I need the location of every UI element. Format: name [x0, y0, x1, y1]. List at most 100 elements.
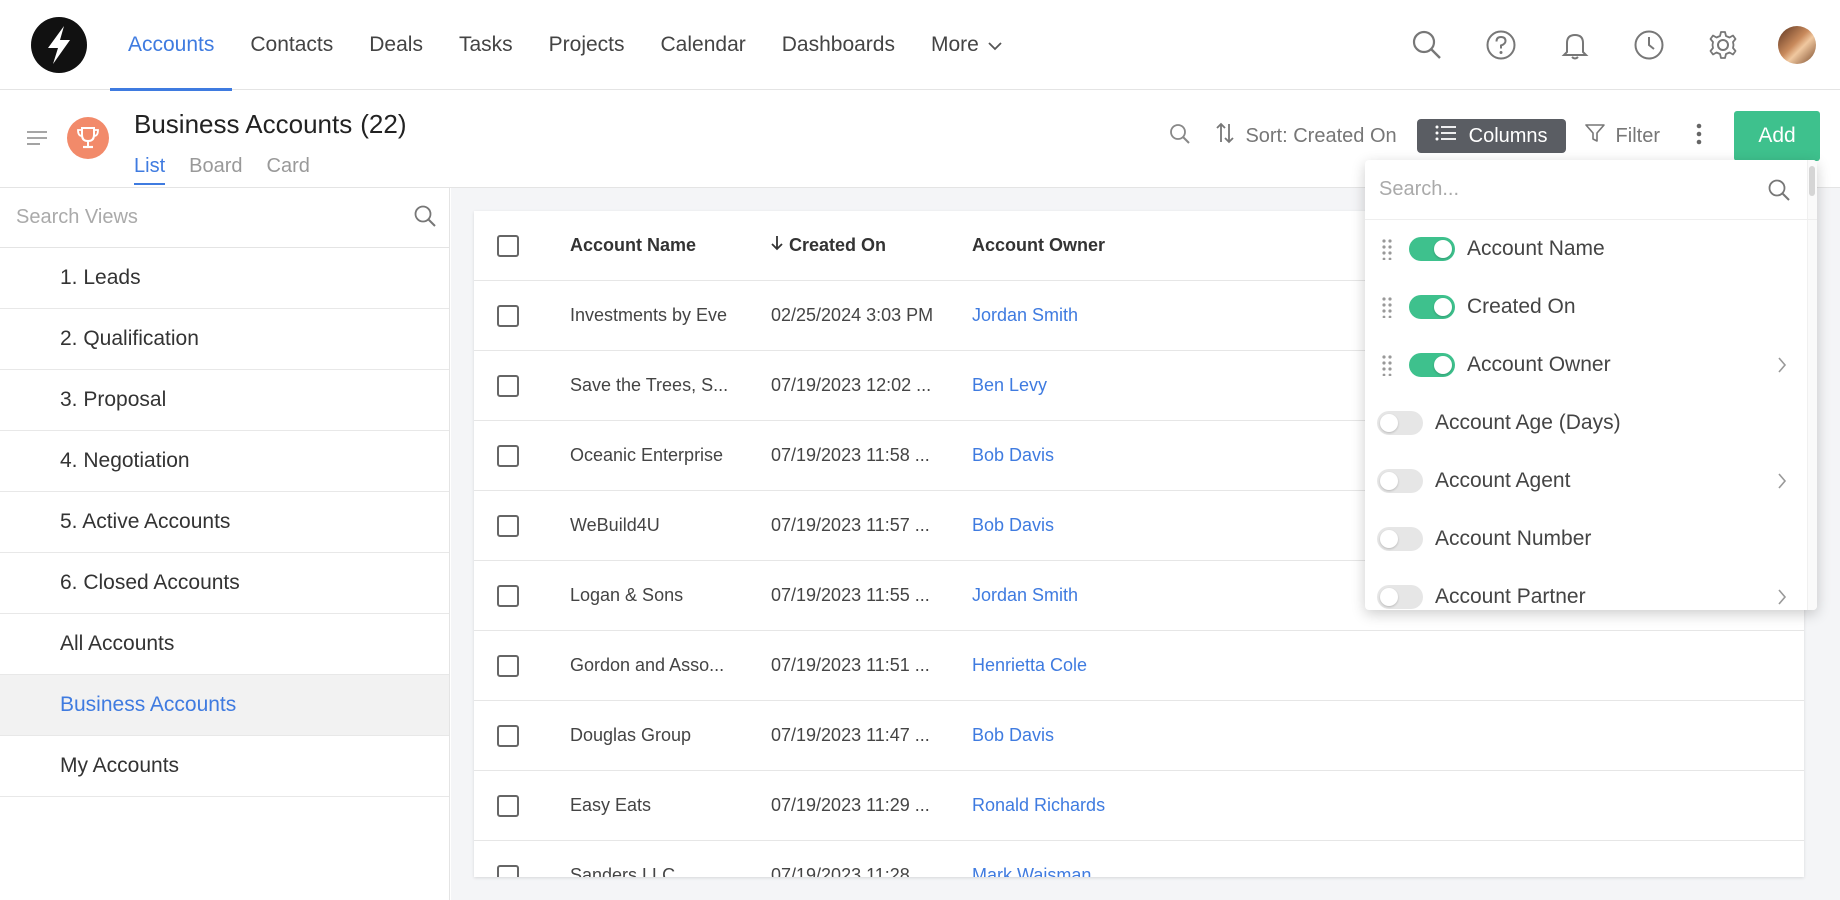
- account-owner-link[interactable]: Bob Davis: [972, 445, 1272, 466]
- columns-label: Columns: [1468, 124, 1548, 147]
- history-clock-icon[interactable]: [1612, 0, 1686, 90]
- user-avatar[interactable]: [1778, 26, 1816, 64]
- row-checkbox[interactable]: [497, 724, 519, 747]
- tab-board[interactable]: Board: [189, 155, 242, 185]
- sidebar-item-my-accounts[interactable]: My Accounts: [0, 736, 449, 797]
- nav-deals[interactable]: Deals: [351, 0, 441, 90]
- help-icon[interactable]: [1464, 0, 1538, 90]
- bell-icon[interactable]: [1538, 0, 1612, 90]
- column-option-account-agent[interactable]: Account Agent: [1365, 452, 1817, 510]
- filter-button[interactable]: Filter: [1584, 122, 1660, 150]
- table-row[interactable]: Douglas Group 07/19/2023 11:47 ... Bob D…: [474, 701, 1804, 771]
- column-option-account-number[interactable]: Account Number: [1365, 510, 1817, 568]
- account-owner-link[interactable]: Bob Davis: [972, 725, 1272, 746]
- account-name-cell[interactable]: Gordon and Asso...: [570, 655, 771, 676]
- nav-dashboards[interactable]: Dashboards: [764, 0, 913, 90]
- sidebar-item-leads[interactable]: 1. Leads: [0, 248, 449, 309]
- row-checkbox[interactable]: [497, 654, 519, 677]
- account-owner-link[interactable]: Henrietta Cole: [972, 655, 1272, 676]
- created-on-cell: 07/19/2023 12:02 ...: [771, 375, 932, 395]
- add-button[interactable]: Add: [1734, 111, 1820, 161]
- table-row[interactable]: Sanders LLC 07/19/2023 11:28 ... Mark Wa…: [474, 841, 1804, 877]
- table-row[interactable]: Gordon and Asso... 07/19/2023 11:51 ... …: [474, 631, 1804, 701]
- column-toggle[interactable]: [1409, 237, 1455, 261]
- column-option-account-name[interactable]: Account Name: [1365, 220, 1817, 278]
- columns-search-input[interactable]: [1365, 160, 1745, 218]
- row-checkbox[interactable]: [497, 584, 519, 607]
- column-option-label: Created On: [1467, 295, 1576, 318]
- account-name-cell[interactable]: Sanders LLC: [570, 865, 771, 877]
- search-icon[interactable]: [1767, 178, 1791, 207]
- row-checkbox[interactable]: [497, 864, 519, 877]
- sidebar-item-active-accounts[interactable]: 5. Active Accounts: [0, 492, 449, 553]
- column-option-account-age[interactable]: Account Age (Days): [1365, 394, 1817, 452]
- sidebar-item-proposal[interactable]: 3. Proposal: [0, 370, 449, 431]
- account-name-cell[interactable]: Investments by Eve: [570, 305, 771, 326]
- column-option-account-partner[interactable]: Account Partner: [1365, 568, 1817, 610]
- account-name-cell[interactable]: Logan & Sons: [570, 585, 771, 606]
- sidebar-item-all-accounts[interactable]: All Accounts: [0, 614, 449, 675]
- nav-projects[interactable]: Projects: [531, 0, 643, 90]
- nav-tasks[interactable]: Tasks: [441, 0, 531, 90]
- nav-utility-icons: [1390, 0, 1840, 90]
- nav-contacts[interactable]: Contacts: [232, 0, 351, 90]
- table-row[interactable]: Easy Eats 07/19/2023 11:29 ... Ronald Ri…: [474, 771, 1804, 841]
- account-name-cell[interactable]: Save the Trees, S...: [570, 375, 771, 396]
- drag-handle-icon[interactable]: [1377, 238, 1397, 260]
- column-header-created-on[interactable]: Created On: [771, 235, 972, 256]
- column-option-account-owner[interactable]: Account Owner: [1365, 336, 1817, 394]
- list-search-button[interactable]: [1153, 113, 1207, 159]
- chevron-right-icon[interactable]: [1777, 356, 1787, 380]
- account-owner-link[interactable]: Bob Davis: [972, 515, 1272, 536]
- column-toggle[interactable]: [1377, 585, 1423, 609]
- gear-icon[interactable]: [1686, 0, 1760, 90]
- hamburger-menu-icon[interactable]: [26, 129, 48, 152]
- search-icon[interactable]: [413, 204, 437, 233]
- row-checkbox[interactable]: [497, 304, 519, 327]
- column-toggle[interactable]: [1377, 411, 1423, 435]
- account-name-cell[interactable]: Douglas Group: [570, 725, 771, 746]
- column-header-account-name[interactable]: Account Name: [570, 235, 771, 256]
- more-options-button[interactable]: [1684, 113, 1714, 159]
- nav-more[interactable]: More: [913, 0, 1021, 90]
- account-owner-link[interactable]: Ronald Richards: [972, 795, 1272, 816]
- column-toggle[interactable]: [1409, 353, 1455, 377]
- account-owner-link[interactable]: Mark Waisman: [972, 865, 1272, 877]
- drag-handle-icon[interactable]: [1377, 354, 1397, 376]
- sidebar-item-negotiation[interactable]: 4. Negotiation: [0, 431, 449, 492]
- sidebar-item-business-accounts[interactable]: Business Accounts: [0, 675, 449, 736]
- nav-calendar[interactable]: Calendar: [643, 0, 764, 90]
- account-name-cell[interactable]: Oceanic Enterprise: [570, 445, 771, 466]
- sidebar-item-qualification[interactable]: 2. Qualification: [0, 309, 449, 370]
- row-checkbox[interactable]: [497, 794, 519, 817]
- account-owner-link[interactable]: Jordan Smith: [972, 305, 1272, 326]
- account-owner-link[interactable]: Jordan Smith: [972, 585, 1272, 606]
- app-logo-icon[interactable]: [31, 17, 87, 73]
- nav-projects-label: Projects: [548, 33, 625, 56]
- column-option-created-on[interactable]: Created On: [1365, 278, 1817, 336]
- sidebar-item-closed-accounts[interactable]: 6. Closed Accounts: [0, 553, 449, 614]
- column-toggle[interactable]: [1377, 469, 1423, 493]
- row-checkbox[interactable]: [497, 444, 519, 467]
- account-owner-link[interactable]: Ben Levy: [972, 375, 1272, 396]
- columns-button[interactable]: Columns: [1416, 119, 1566, 153]
- column-toggle[interactable]: [1409, 295, 1455, 319]
- column-header-account-owner[interactable]: Account Owner: [972, 235, 1272, 256]
- row-checkbox[interactable]: [497, 374, 519, 397]
- chevron-right-icon[interactable]: [1777, 588, 1787, 610]
- nav-accounts[interactable]: Accounts: [110, 0, 233, 91]
- sort-button[interactable]: Sort: Created On: [1215, 121, 1397, 151]
- row-checkbox[interactable]: [497, 514, 519, 537]
- column-toggle[interactable]: [1377, 527, 1423, 551]
- search-icon[interactable]: [1390, 0, 1464, 90]
- chevron-right-icon[interactable]: [1777, 472, 1787, 496]
- page-title: Business Accounts (22): [134, 109, 406, 140]
- record-count: (22): [360, 109, 407, 139]
- tab-card[interactable]: Card: [267, 155, 310, 185]
- drag-handle-icon[interactable]: [1377, 296, 1397, 318]
- select-all-checkbox[interactable]: [497, 234, 519, 257]
- tab-list[interactable]: List: [134, 155, 166, 185]
- account-name-cell[interactable]: WeBuild4U: [570, 515, 771, 536]
- account-name-cell[interactable]: Easy Eats: [570, 795, 771, 816]
- views-search-input[interactable]: [0, 188, 400, 246]
